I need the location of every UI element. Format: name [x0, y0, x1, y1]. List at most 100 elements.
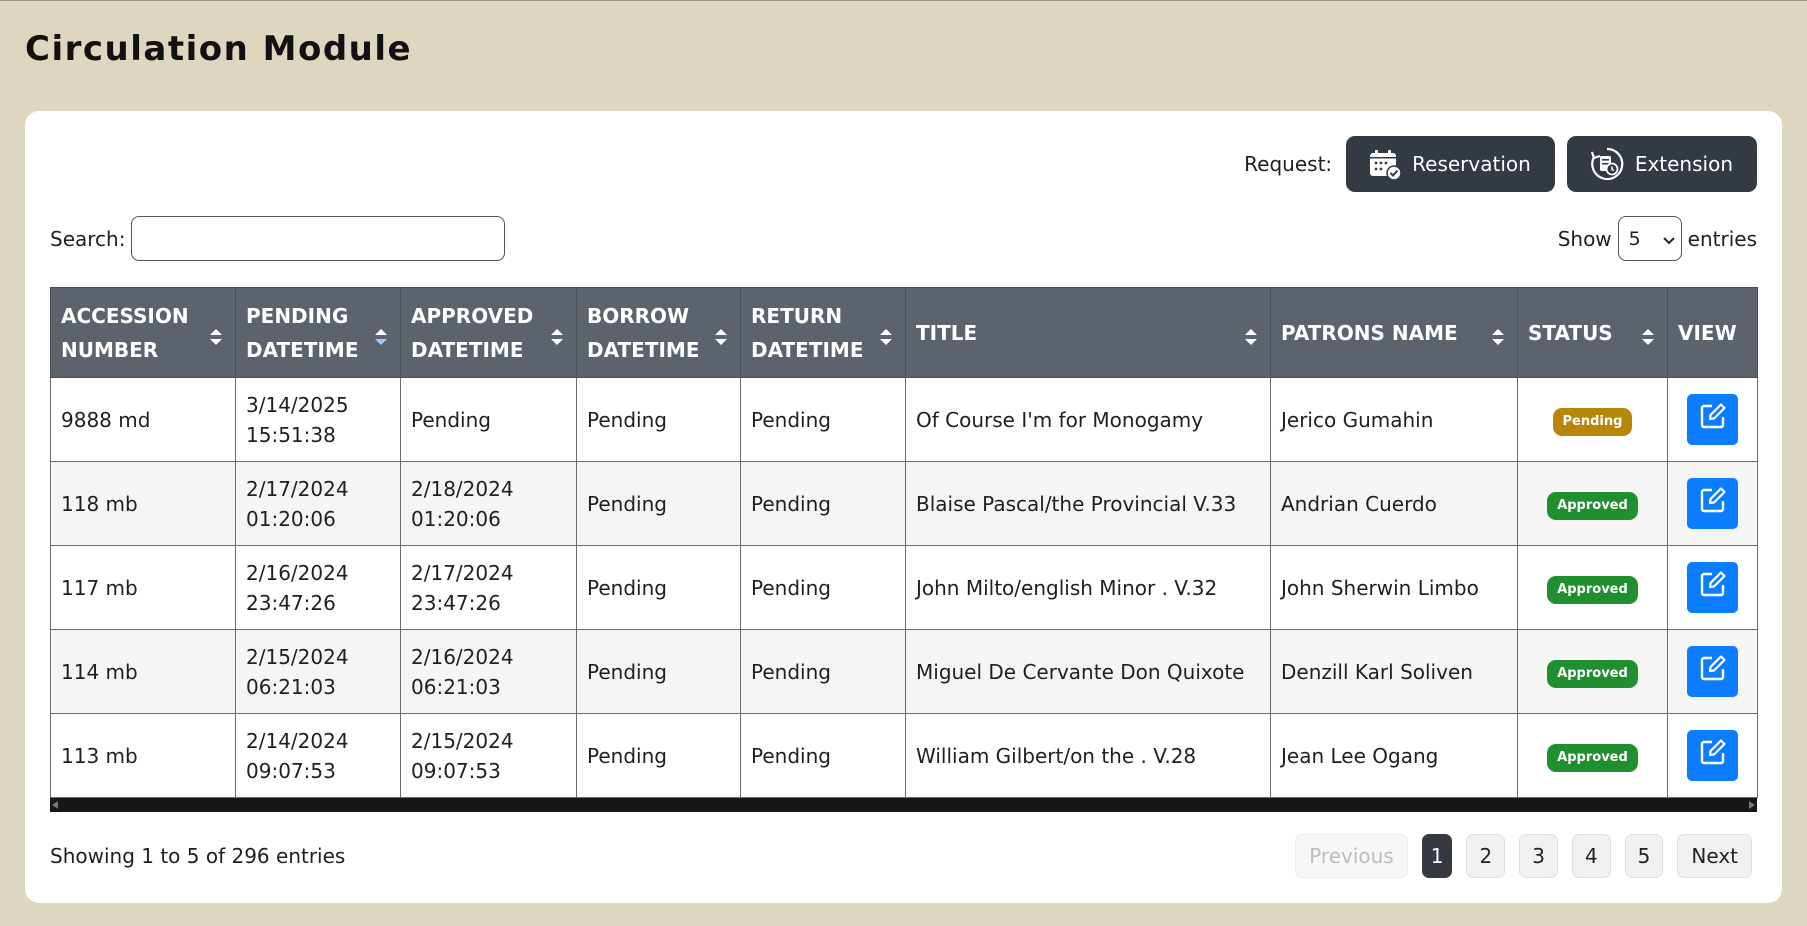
page-title: Circulation Module — [25, 29, 413, 69]
cell-title: Blaise Pascal/the Provincial V.33 — [905, 461, 1271, 546]
cell-view — [1667, 629, 1758, 714]
cell-accession-number: 114 mb — [50, 629, 236, 714]
cell-patrons-name: Jerico Gumahin — [1270, 377, 1518, 462]
cell-approved-datetime: 2/18/2024 01:20:06 — [400, 461, 577, 546]
page-button-2[interactable]: 2 — [1466, 834, 1506, 878]
previous-page-button[interactable]: Previous — [1295, 834, 1408, 878]
entries-select-value: 5 — [1628, 227, 1641, 250]
scroll-right-icon[interactable] — [1749, 801, 1755, 809]
table-row: 114 mb 2/15/2024 06:21:03 2/16/2024 06:21:03… — [50, 629, 1758, 714]
cell-approved-datetime: Pending — [400, 377, 577, 462]
cell-pending-datetime: 2/17/2024 01:20:06 — [235, 461, 401, 546]
calendar-check-icon — [1368, 148, 1402, 180]
search-input[interactable] — [131, 216, 506, 261]
cell-borrow-datetime: Pending — [576, 545, 741, 630]
column-header-view: VIEW — [1667, 287, 1758, 378]
horizontal-scrollbar[interactable] — [50, 798, 1757, 812]
entries-suffix-label: entries — [1687, 226, 1757, 251]
table-body: 9888 md 3/14/2025 15:51:38 Pending Pending Pe… — [50, 377, 1758, 798]
cell-title: John Milto/english Minor . V.32 — [905, 545, 1271, 630]
cell-borrow-datetime: Pending — [576, 461, 741, 546]
cell-pending-datetime: 2/15/2024 06:21:03 — [235, 629, 401, 714]
table-info: Showing 1 to 5 of 296 entries — [50, 844, 346, 868]
cell-approved-datetime: 2/17/2024 23:47:26 — [400, 545, 577, 630]
reservation-button[interactable]: Reservation — [1346, 136, 1555, 192]
cell-status: Approved — [1517, 713, 1668, 798]
view-edit-button[interactable] — [1687, 646, 1738, 697]
page-button-1[interactable]: 1 — [1421, 834, 1453, 878]
cell-accession-number: 118 mb — [50, 461, 236, 546]
cell-borrow-datetime: Pending — [576, 377, 741, 462]
cell-approved-datetime: 2/16/2024 06:21:03 — [400, 629, 577, 714]
cell-view — [1667, 377, 1758, 462]
extension-button[interactable]: Extension — [1566, 136, 1757, 192]
view-edit-button[interactable] — [1687, 478, 1738, 529]
cell-accession-number: 113 mb — [50, 713, 236, 798]
sort-arrows-icon — [374, 323, 388, 345]
status-badge: Approved — [1547, 744, 1638, 772]
column-header-pending-datetime[interactable]: PENDING DATETIME — [235, 287, 401, 378]
cell-status: Approved — [1517, 545, 1668, 630]
cell-view — [1667, 461, 1758, 546]
cell-title: Miguel De Cervante Don Quixote — [905, 629, 1271, 714]
cell-patrons-name: Jean Lee Ogang — [1270, 713, 1518, 798]
column-header-borrow-datetime[interactable]: BORROW DATETIME — [576, 287, 741, 378]
reservation-button-label: Reservation — [1412, 152, 1531, 176]
sort-arrows-icon — [1491, 323, 1505, 345]
cell-view — [1667, 713, 1758, 798]
cell-pending-datetime: 3/14/2025 15:51:38 — [235, 377, 401, 462]
cell-return-datetime: Pending — [740, 545, 906, 630]
entries-control: Show 5 entries — [1558, 216, 1757, 261]
page-button-5[interactable]: 5 — [1624, 834, 1664, 878]
sort-arrows-icon — [1244, 323, 1258, 345]
view-edit-button[interactable] — [1687, 730, 1738, 781]
view-edit-button[interactable] — [1687, 562, 1738, 613]
edit-icon — [1699, 402, 1727, 438]
cell-patrons-name: John Sherwin Limbo — [1270, 545, 1518, 630]
column-header-status[interactable]: STATUS — [1517, 287, 1668, 378]
cell-borrow-datetime: Pending — [576, 629, 741, 714]
edit-icon — [1699, 654, 1727, 690]
cell-title: Of Course I'm for Monogamy — [905, 377, 1271, 462]
column-header-accession-number[interactable]: ACCESSION NUMBER — [50, 287, 236, 378]
cell-accession-number: 117 mb — [50, 545, 236, 630]
edit-icon — [1699, 738, 1727, 774]
extension-button-label: Extension — [1634, 152, 1733, 176]
table-row: 9888 md 3/14/2025 15:51:38 Pending Pending Pe… — [50, 377, 1758, 462]
request-toolbar: Request: Reservation Extension — [1244, 136, 1757, 192]
renew-icon — [1589, 146, 1625, 182]
table-header-row: ACCESSION NUMBER PENDING DATETIME APPROVED… — [50, 287, 1758, 378]
cell-status: Pending — [1517, 377, 1668, 462]
cell-patrons-name: Denzill Karl Soliven — [1270, 629, 1518, 714]
cell-pending-datetime: 2/16/2024 23:47:26 — [235, 545, 401, 630]
cell-borrow-datetime: Pending — [576, 713, 741, 798]
next-page-button[interactable]: Next — [1677, 834, 1752, 878]
status-badge: Pending — [1552, 408, 1633, 436]
sort-arrows-icon — [209, 323, 223, 345]
table-row: 118 mb 2/17/2024 01:20:06 2/18/2024 01:20:06… — [50, 461, 1758, 546]
column-header-patrons-name[interactable]: PATRONS NAME — [1270, 287, 1518, 378]
cell-return-datetime: Pending — [740, 377, 906, 462]
column-header-approved-datetime[interactable]: APPROVED DATETIME — [400, 287, 577, 378]
column-header-return-datetime[interactable]: RETURN DATETIME — [740, 287, 906, 378]
cell-accession-number: 9888 md — [50, 377, 236, 462]
request-label: Request: — [1244, 152, 1333, 176]
show-label: Show — [1557, 226, 1612, 251]
search-bar: Search: — [50, 216, 506, 261]
page-button-4[interactable]: 4 — [1571, 834, 1611, 878]
sort-arrows-icon — [550, 323, 564, 345]
entries-select[interactable]: 5 — [1617, 216, 1682, 261]
scroll-left-icon[interactable] — [52, 801, 58, 809]
table-row: 117 mb 2/16/2024 23:47:26 2/17/2024 23:47:26… — [50, 545, 1758, 630]
search-label: Search: — [50, 226, 126, 251]
status-badge: Approved — [1547, 492, 1638, 520]
column-header-title[interactable]: TITLE — [905, 287, 1271, 378]
page-button-3[interactable]: 3 — [1519, 834, 1558, 878]
view-edit-button[interactable] — [1687, 394, 1738, 445]
sort-arrows-icon — [1641, 323, 1655, 345]
sort-arrows-icon — [714, 323, 728, 345]
cell-return-datetime: Pending — [740, 461, 906, 546]
table-row: 113 mb 2/14/2024 09:07:53 2/15/2024 09:07:53… — [50, 713, 1758, 798]
cell-status: Approved — [1517, 461, 1668, 546]
edit-icon — [1699, 570, 1727, 606]
